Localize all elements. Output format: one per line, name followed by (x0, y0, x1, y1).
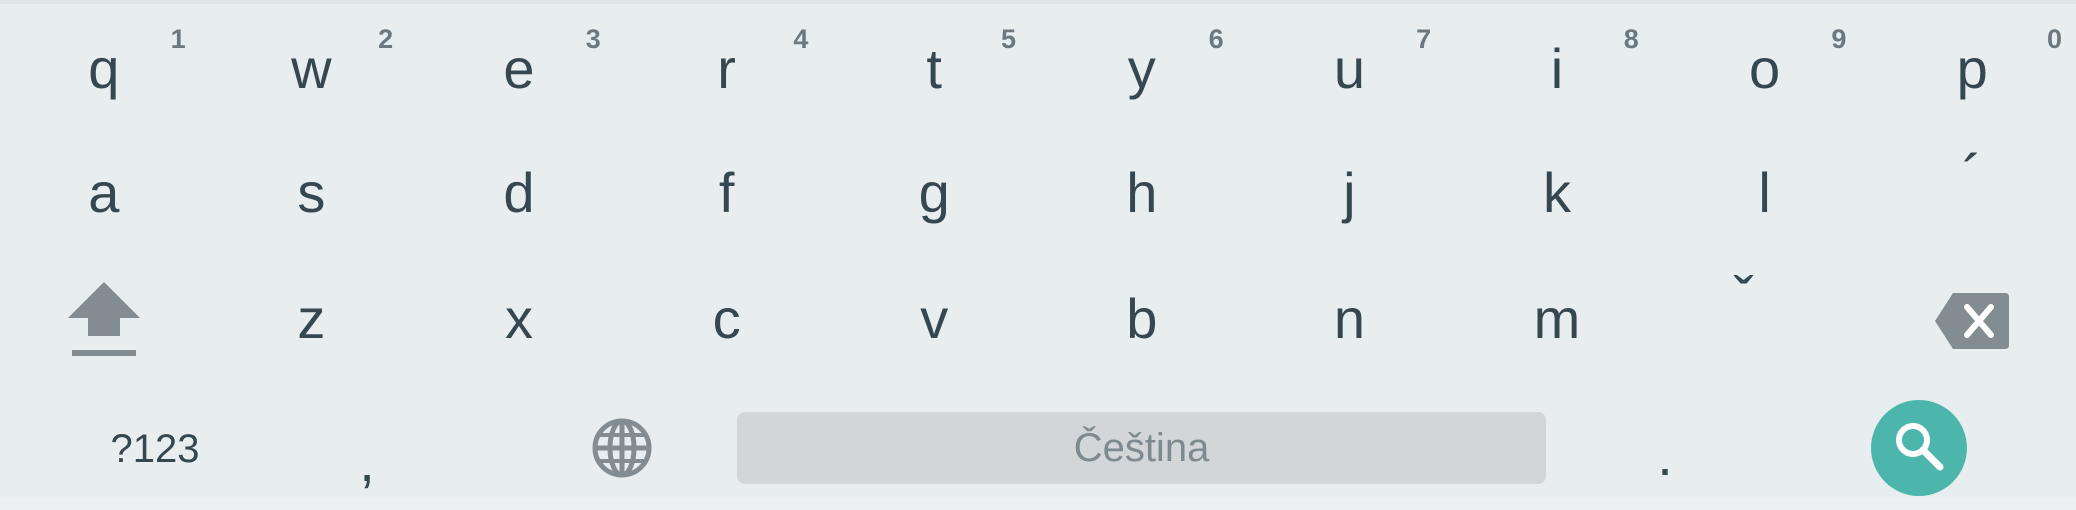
key-j[interactable]: j (1246, 132, 1454, 257)
comma-key[interactable]: , (312, 385, 422, 510)
key-f[interactable]: f (623, 132, 831, 257)
key-label: ˇ (1733, 265, 1754, 332)
key-x[interactable]: x (415, 258, 623, 383)
key-w[interactable]: w2 (208, 8, 416, 133)
key-label: i (1550, 37, 1564, 100)
key-hint: 3 (585, 24, 601, 54)
key-label: q (88, 37, 120, 100)
key-label: d (503, 161, 535, 224)
key-label: g (918, 161, 950, 224)
key-m[interactable]: m (1453, 258, 1661, 383)
key-hint: 9 (1831, 24, 1847, 54)
keyboard-top-border (0, 0, 2076, 4)
comma-label: , (359, 430, 375, 493)
key-label: z (297, 287, 326, 350)
key-a[interactable]: a (0, 132, 208, 257)
period-label: . (1657, 424, 1673, 487)
key-label: a (88, 161, 120, 224)
key-label: w (291, 37, 332, 100)
search-button[interactable] (1871, 400, 1967, 496)
key-n[interactable]: n (1246, 258, 1454, 383)
key-o[interactable]: o9 (1661, 8, 1869, 133)
key-label: p (1956, 37, 1988, 100)
key-label: s (297, 161, 326, 224)
key-z[interactable]: z (208, 258, 416, 383)
key-label: ´ (1962, 143, 1983, 210)
key-label: y (1127, 37, 1156, 100)
keyboard: q1 w2 e3 r4 t5 y6 u7 i8 o9 p0 a s d f g … (0, 0, 2076, 498)
key-q[interactable]: q1 (0, 8, 208, 133)
key-i[interactable]: i8 (1453, 8, 1661, 133)
key-acute-accent[interactable]: ´ (1868, 132, 2076, 257)
key-s[interactable]: s (208, 132, 416, 257)
key-row-2: a s d f g h j k l ´ (0, 132, 2076, 257)
key-caron[interactable]: ˇ (1640, 258, 1848, 383)
spacebar-language-label: Čeština (1073, 425, 1210, 470)
key-label: v (920, 287, 949, 350)
globe-icon (591, 417, 653, 479)
key-h[interactable]: h (1038, 132, 1246, 257)
symbols-key[interactable]: ?123 (55, 385, 255, 510)
period-key[interactable]: . (1610, 385, 1720, 510)
key-hint: 4 (793, 24, 809, 54)
symbols-label: ?123 (110, 427, 200, 471)
key-b[interactable]: b (1038, 258, 1246, 383)
key-g[interactable]: g (830, 132, 1038, 257)
key-label: m (1533, 287, 1581, 350)
key-label: k (1542, 161, 1571, 224)
key-label: b (1126, 287, 1158, 350)
backspace-icon (1935, 292, 2010, 349)
search-icon (1892, 419, 1946, 478)
key-label: e (503, 37, 535, 100)
key-d[interactable]: d (415, 132, 623, 257)
language-switch-key[interactable] (560, 385, 684, 510)
key-y[interactable]: y6 (1038, 8, 1246, 133)
key-row-3: z x c v b n m ˇ (0, 258, 2076, 383)
key-hint: 0 (2046, 24, 2062, 54)
spacebar[interactable]: Čeština (737, 412, 1546, 484)
key-k[interactable]: k (1453, 132, 1661, 257)
key-label: u (1333, 37, 1365, 100)
key-v[interactable]: v (830, 258, 1038, 383)
backspace-key[interactable] (1868, 258, 2076, 383)
key-label: x (504, 287, 533, 350)
key-hint: 6 (1208, 24, 1224, 54)
key-hint: 5 (1000, 24, 1016, 54)
key-label: o (1749, 37, 1781, 100)
key-label: l (1758, 161, 1771, 224)
key-c[interactable]: c (623, 258, 831, 383)
key-label: r (717, 37, 736, 100)
key-r[interactable]: r4 (623, 8, 831, 133)
key-label: f (718, 161, 735, 224)
key-label: t (926, 37, 942, 100)
key-l[interactable]: l (1661, 132, 1869, 257)
key-label: c (712, 287, 741, 350)
shift-icon (66, 280, 142, 362)
key-p[interactable]: p0 (1868, 8, 2076, 133)
key-hint: 1 (170, 24, 186, 54)
key-row-1: q1 w2 e3 r4 t5 y6 u7 i8 o9 p0 (0, 8, 2076, 133)
key-label: h (1126, 161, 1158, 224)
shift-key[interactable] (0, 258, 208, 383)
key-e[interactable]: e3 (415, 8, 623, 133)
key-t[interactable]: t5 (830, 8, 1038, 133)
key-hint: 2 (378, 24, 394, 54)
key-hint: 7 (1416, 24, 1432, 54)
key-u[interactable]: u7 (1246, 8, 1454, 133)
key-label: j (1343, 161, 1356, 224)
key-hint: 8 (1623, 24, 1639, 54)
key-label: n (1333, 287, 1365, 350)
